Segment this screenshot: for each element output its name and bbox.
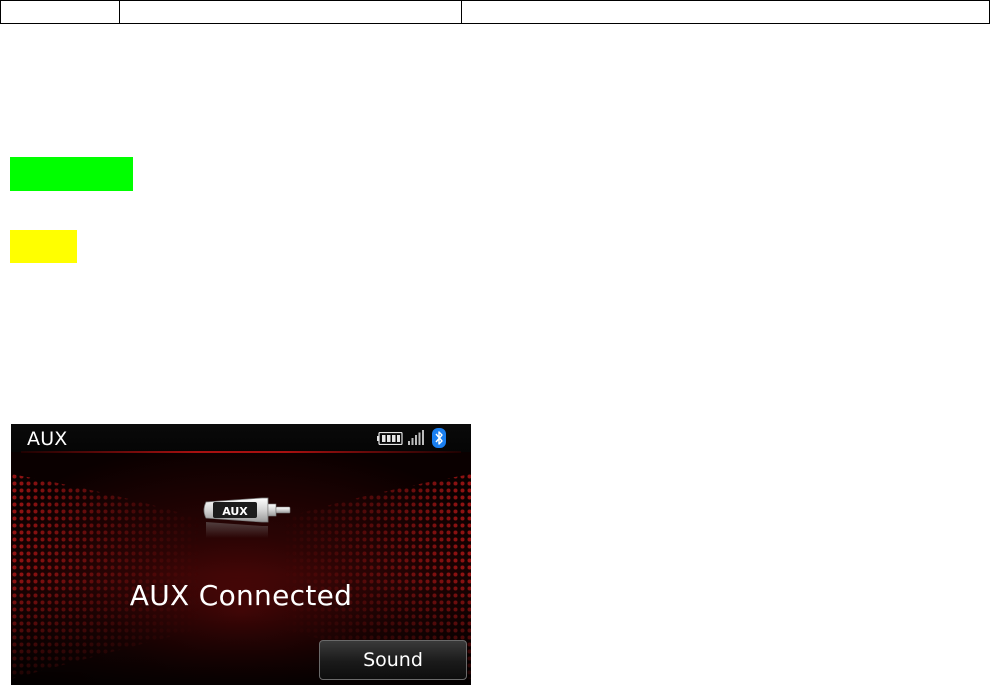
yellow-highlight-swatch bbox=[10, 230, 77, 263]
status-divider bbox=[21, 451, 461, 453]
connection-status-message: AUX Connected bbox=[129, 579, 353, 612]
sound-button[interactable]: Sound bbox=[319, 640, 467, 680]
signal-icon bbox=[408, 430, 424, 445]
screen-title: AUX bbox=[27, 428, 68, 450]
page: AUX AUX AUX Connected Sound bbox=[0, 0, 993, 685]
aux-plug-label: AUX bbox=[222, 505, 248, 518]
table-cell-3 bbox=[462, 1, 989, 23]
table-cell-1 bbox=[1, 1, 120, 23]
header-table bbox=[0, 0, 990, 24]
green-highlight-swatch bbox=[10, 157, 133, 191]
aux-screen: AUX AUX AUX Connected Sound bbox=[11, 424, 471, 685]
table-cell-2 bbox=[120, 1, 462, 23]
aux-plug-icon: AUX bbox=[203, 497, 291, 538]
bluetooth-icon bbox=[432, 428, 446, 448]
battery-icon bbox=[377, 432, 403, 445]
